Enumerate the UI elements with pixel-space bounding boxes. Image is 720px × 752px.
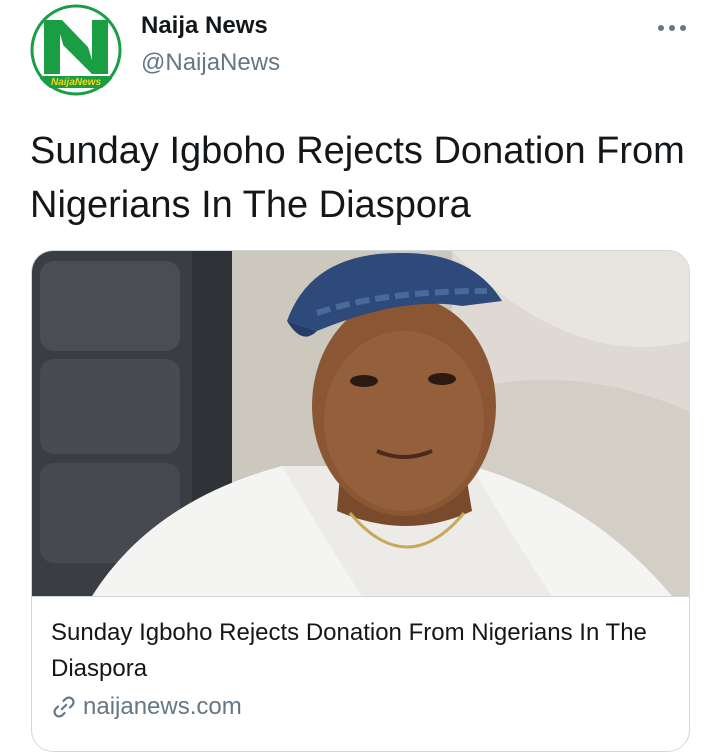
link-preview-card[interactable]: Sunday Igboho Rejects Donation From Nige… bbox=[31, 250, 690, 752]
tweet-text: Sunday Igboho Rejects Donation From Nige… bbox=[30, 130, 685, 226]
card-image[interactable] bbox=[32, 251, 689, 596]
card-title[interactable]: Sunday Igboho Rejects Donation From Nige… bbox=[51, 615, 671, 687]
avatar[interactable]: NaijaNews bbox=[30, 4, 122, 96]
more-horizontal-icon bbox=[669, 25, 675, 31]
link-icon bbox=[53, 696, 75, 718]
tweet-header: NaijaNews Naija News @NaijaNews bbox=[0, 0, 720, 100]
display-name[interactable]: Naija News bbox=[141, 12, 268, 40]
more-horizontal-icon bbox=[658, 25, 664, 31]
card-photo bbox=[32, 251, 689, 596]
card-domain-text: naijanews.com bbox=[83, 693, 242, 720]
card-domain[interactable]: naijanews.com bbox=[51, 693, 242, 721]
naija-news-logo-icon: NaijaNews bbox=[30, 4, 122, 96]
more-horizontal-icon bbox=[680, 25, 686, 31]
user-handle[interactable]: @NaijaNews bbox=[141, 49, 280, 77]
card-divider bbox=[32, 596, 689, 597]
avatar-logo-text: NaijaNews bbox=[51, 77, 101, 88]
more-options-button[interactable] bbox=[652, 16, 692, 40]
